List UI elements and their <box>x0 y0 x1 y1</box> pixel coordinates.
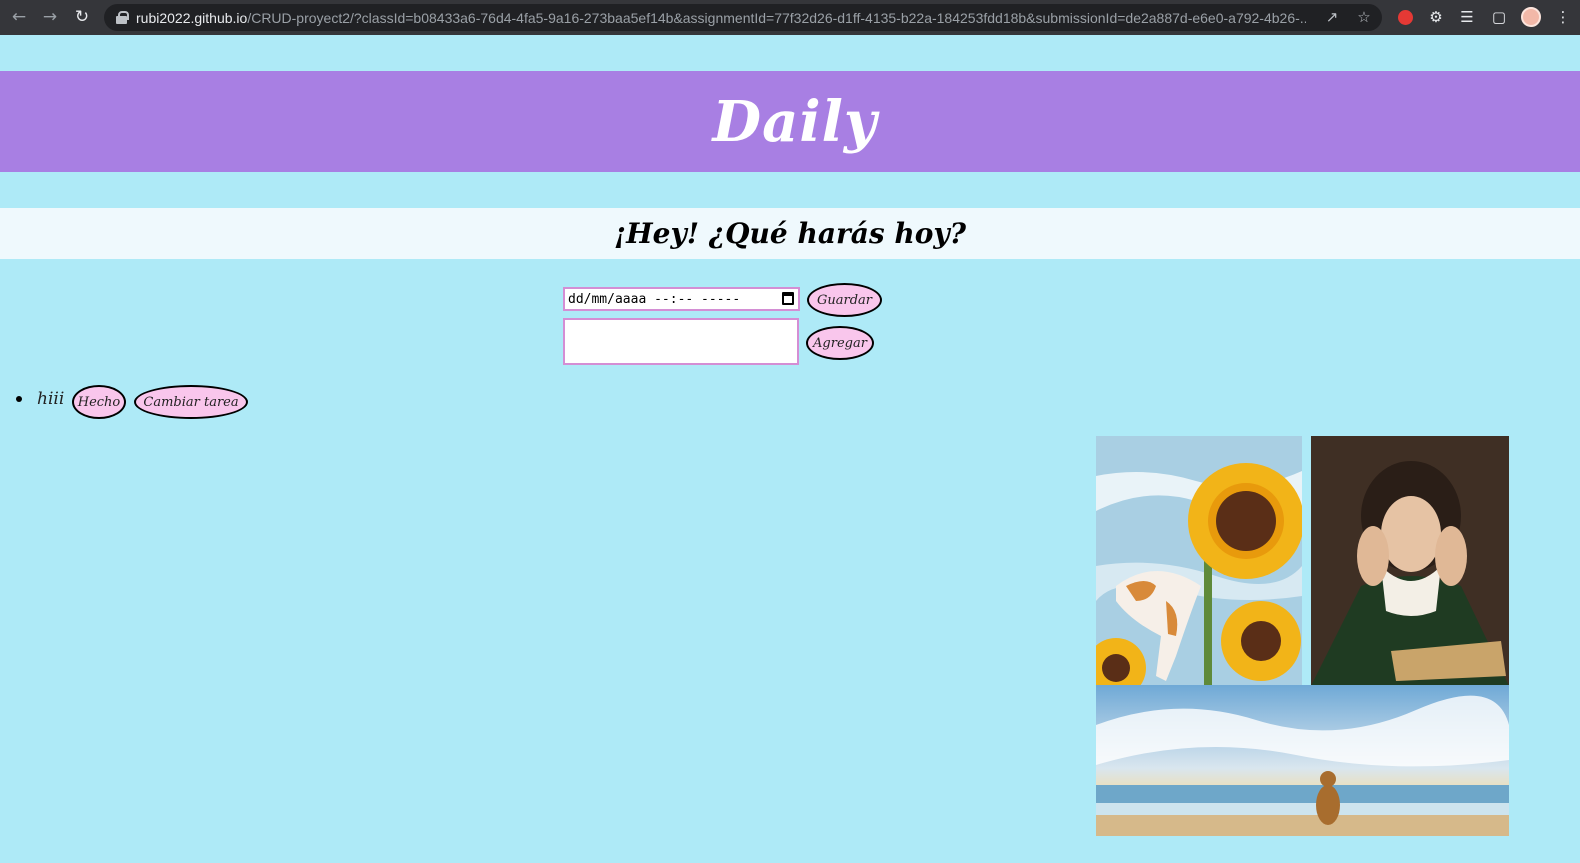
calendar-icon[interactable] <box>782 292 794 305</box>
datetime-placeholder: dd/mm/aaaa --:-- ----- <box>568 291 741 307</box>
done-button[interactable]: Hecho <box>72 385 126 419</box>
greeting-text: ¡Hey! ¿Qué harás hoy? <box>613 217 967 250</box>
app-header: Daily <box>0 71 1580 172</box>
datetime-input[interactable]: dd/mm/aaaa --:-- ----- <box>563 287 800 311</box>
address-bar[interactable]: rubi2022.github.io/CRUD-proyect2/?classI… <box>104 4 1382 31</box>
save-button[interactable]: Guardar <box>807 283 882 317</box>
extension-red-icon[interactable] <box>1394 6 1416 28</box>
url-text: rubi2022.github.io/CRUD-proyect2/?classI… <box>136 9 1306 26</box>
add-task-button[interactable]: Agregar <box>806 326 874 360</box>
reload-icon[interactable]: ↻ <box>67 2 97 32</box>
sunflower-cat-painting <box>1096 436 1302 686</box>
side-panel-icon[interactable]: ▢ <box>1488 6 1510 28</box>
browser-toolbar: ← → ↻ rubi2022.github.io/CRUD-proyect2/?… <box>0 0 1580 35</box>
dog-beach-painting <box>1096 685 1509 836</box>
lock-icon <box>116 11 129 24</box>
forward-icon[interactable]: → <box>35 2 65 32</box>
change-task-button[interactable]: Cambiar tarea <box>134 385 248 419</box>
back-icon[interactable]: ← <box>4 2 34 32</box>
app-logo: Daily <box>712 88 878 155</box>
profile-avatar[interactable] <box>1520 6 1542 28</box>
bookmark-star-icon[interactable]: ☆ <box>1354 8 1374 26</box>
woman-portrait-painting <box>1311 436 1509 686</box>
task-input[interactable] <box>563 318 799 365</box>
share-icon[interactable]: ↗ <box>1322 8 1342 26</box>
puzzle-extensions-icon[interactable]: ⚙ <box>1425 6 1447 28</box>
task-text: hiii <box>37 389 65 409</box>
greeting-banner: ¡Hey! ¿Qué harás hoy? <box>0 208 1580 259</box>
bullet-icon <box>16 396 22 402</box>
media-queue-icon[interactable]: ☰ <box>1456 6 1478 28</box>
more-menu-icon[interactable]: ⋮ <box>1552 6 1574 28</box>
